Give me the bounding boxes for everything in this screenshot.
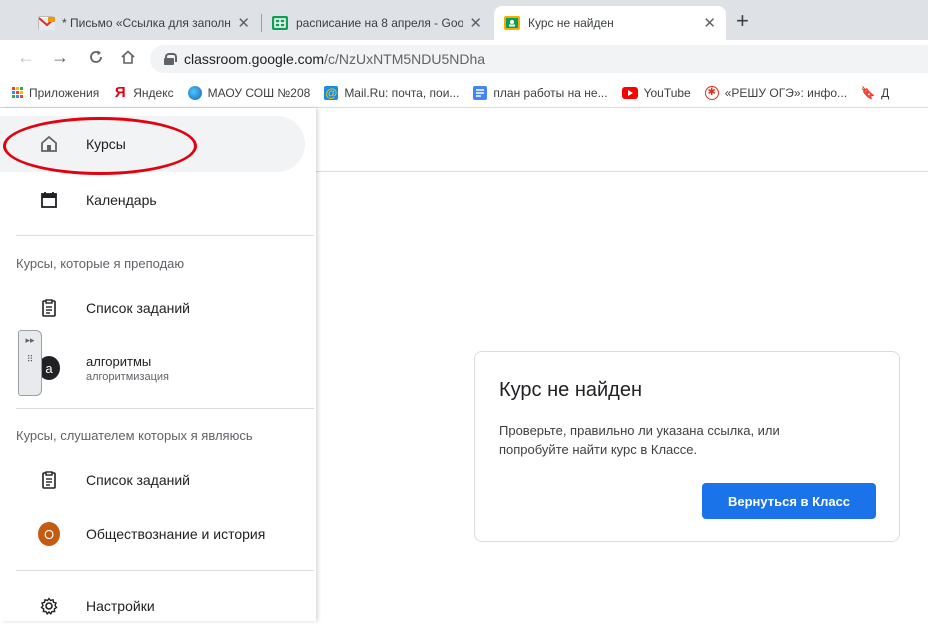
bookmark-label: план работы на не... xyxy=(493,85,608,100)
url-host: classroom.google.com xyxy=(184,51,325,67)
gear-icon xyxy=(38,595,60,617)
expand-icon: ▸▸ xyxy=(25,335,35,345)
course-subtitle: алгоритмизация xyxy=(86,370,169,383)
browser-toolbar: ← → classroom.google.com/c/NzUxNTM5NDU5N… xyxy=(0,40,928,78)
card-title: Курс не найден xyxy=(499,379,643,401)
bookmark-label: Mail.Ru: почта, пои... xyxy=(344,85,460,100)
classroom-icon xyxy=(504,16,520,30)
bookmark-icon: 🔖 xyxy=(860,85,876,100)
home-icon[interactable] xyxy=(116,47,140,70)
bookmark-youtube[interactable]: YouTube xyxy=(621,85,691,100)
bookmark-label: YouTube xyxy=(643,85,691,100)
sidebar-item-label: Список заданий xyxy=(86,300,191,316)
apps-icon xyxy=(12,87,23,98)
card-message: Проверьте, правильно ли указана ссылка, … xyxy=(499,423,780,457)
bookmark-label: МАОУ СОШ №208 xyxy=(207,85,311,100)
section-header-enrolled: Курсы, слушателем которых я являюсь xyxy=(16,428,253,443)
sidebar-item-label: Курсы xyxy=(86,136,126,152)
grid-icon: ⠿ xyxy=(26,354,34,364)
tab-title: расписание на 8 апреля - Google xyxy=(296,16,464,30)
floating-side-handle[interactable]: ▸▸ ⠿ xyxy=(18,330,42,396)
main-header-divider xyxy=(316,171,928,172)
address-bar[interactable]: classroom.google.com/c/NzUxNTM5NDU5NDha xyxy=(150,45,928,73)
bookmarks-bar: Приложения Я Яндекс МАОУ СОШ №208 @ Mail… xyxy=(0,78,928,108)
tab-strip: * Письмо «Ссылка для заполнения ✕ распис… xyxy=(0,0,928,40)
section-header-teaching: Курсы, которые я преподаю xyxy=(16,256,185,271)
sheets-icon xyxy=(272,16,288,30)
sidebar-item-course-social[interactable]: О Обществознание и история xyxy=(0,506,305,562)
sidebar-item-label: Календарь xyxy=(86,192,157,208)
globe-icon xyxy=(187,85,202,100)
mail-icon xyxy=(38,16,56,30)
forward-arrow-icon[interactable]: → xyxy=(48,47,72,68)
close-icon[interactable]: ✕ xyxy=(703,14,716,32)
sidebar-divider xyxy=(16,570,314,571)
bookmark-reshu[interactable]: ✱ «РЕШУ ОГЭ»: инфо... xyxy=(704,85,848,100)
reshu-icon: ✱ xyxy=(704,85,719,100)
lock-icon xyxy=(164,53,177,65)
course-not-found-card: Курс не найден Проверьте, правильно ли у… xyxy=(474,351,900,542)
sidebar-item-teaching-todo[interactable]: Список заданий xyxy=(0,280,305,336)
avatar: О xyxy=(38,522,60,546)
new-tab-icon[interactable]: + xyxy=(736,8,749,34)
tab-mail[interactable]: * Письмо «Ссылка для заполнения ✕ xyxy=(28,6,260,40)
reload-icon[interactable] xyxy=(84,47,108,70)
course-name-block: алгоритмы алгоритмизация xyxy=(86,354,169,383)
docs-icon xyxy=(473,85,488,100)
bookmark-label: «РЕШУ ОГЭ»: инфо... xyxy=(724,85,848,100)
sidebar-item-course-algorithms[interactable]: a алгоритмы алгоритмизация xyxy=(0,340,305,396)
back-arrow-icon[interactable]: ← xyxy=(14,47,38,68)
tab-classroom[interactable]: Курс не найден ✕ xyxy=(494,6,726,40)
return-to-classroom-button[interactable]: Вернуться в Класс xyxy=(702,483,876,519)
bookmark-yandex[interactable]: Я Яндекс xyxy=(113,84,174,101)
tab-sheets[interactable]: расписание на 8 апреля - Google ✕ xyxy=(262,6,492,40)
bookmark-label: Д xyxy=(881,85,890,100)
assignment-icon xyxy=(38,469,60,491)
url-path: /c/NzUxNTM5NDU5NDha xyxy=(324,51,486,67)
course-name: алгоритмы xyxy=(86,353,152,369)
bookmark-docs[interactable]: план работы на не... xyxy=(473,85,608,100)
close-icon[interactable]: ✕ xyxy=(469,14,482,32)
tab-title: * Письмо «Ссылка для заполнения xyxy=(62,16,231,30)
yandex-icon: Я xyxy=(114,84,126,101)
sidebar-item-enrolled-todo[interactable]: Список заданий xyxy=(0,452,305,508)
course-avatar: О xyxy=(38,522,60,546)
calendar-icon xyxy=(38,189,60,211)
course-name: Обществознание и история xyxy=(86,526,266,542)
bookmark-more[interactable]: 🔖 Д xyxy=(860,85,890,100)
sidebar: Курсы Календарь Курсы, которые я препода… xyxy=(0,108,316,621)
sidebar-item-label: Список заданий xyxy=(86,472,191,488)
sidebar-item-calendar[interactable]: Календарь xyxy=(0,172,305,228)
close-icon[interactable]: ✕ xyxy=(237,14,250,32)
sidebar-item-label: Настройки xyxy=(86,598,155,614)
bookmark-apps[interactable]: Приложения xyxy=(12,86,99,100)
bookmark-school[interactable]: МАОУ СОШ №208 xyxy=(187,85,311,100)
home-icon xyxy=(38,133,60,155)
sidebar-divider xyxy=(16,408,314,409)
sidebar-item-courses[interactable]: Курсы xyxy=(0,116,305,172)
bookmark-label: Приложения xyxy=(29,85,100,100)
bookmark-label: Яндекс xyxy=(133,85,174,100)
tab-title: Курс не найден xyxy=(528,16,614,30)
bookmark-mailru[interactable]: @ Mail.Ru: почта, пои... xyxy=(324,85,460,100)
youtube-icon xyxy=(621,86,638,99)
sidebar-item-settings[interactable]: Настройки xyxy=(0,578,305,634)
assignment-icon xyxy=(38,297,60,319)
mailru-icon: @ xyxy=(324,85,339,100)
sidebar-divider xyxy=(16,235,314,236)
